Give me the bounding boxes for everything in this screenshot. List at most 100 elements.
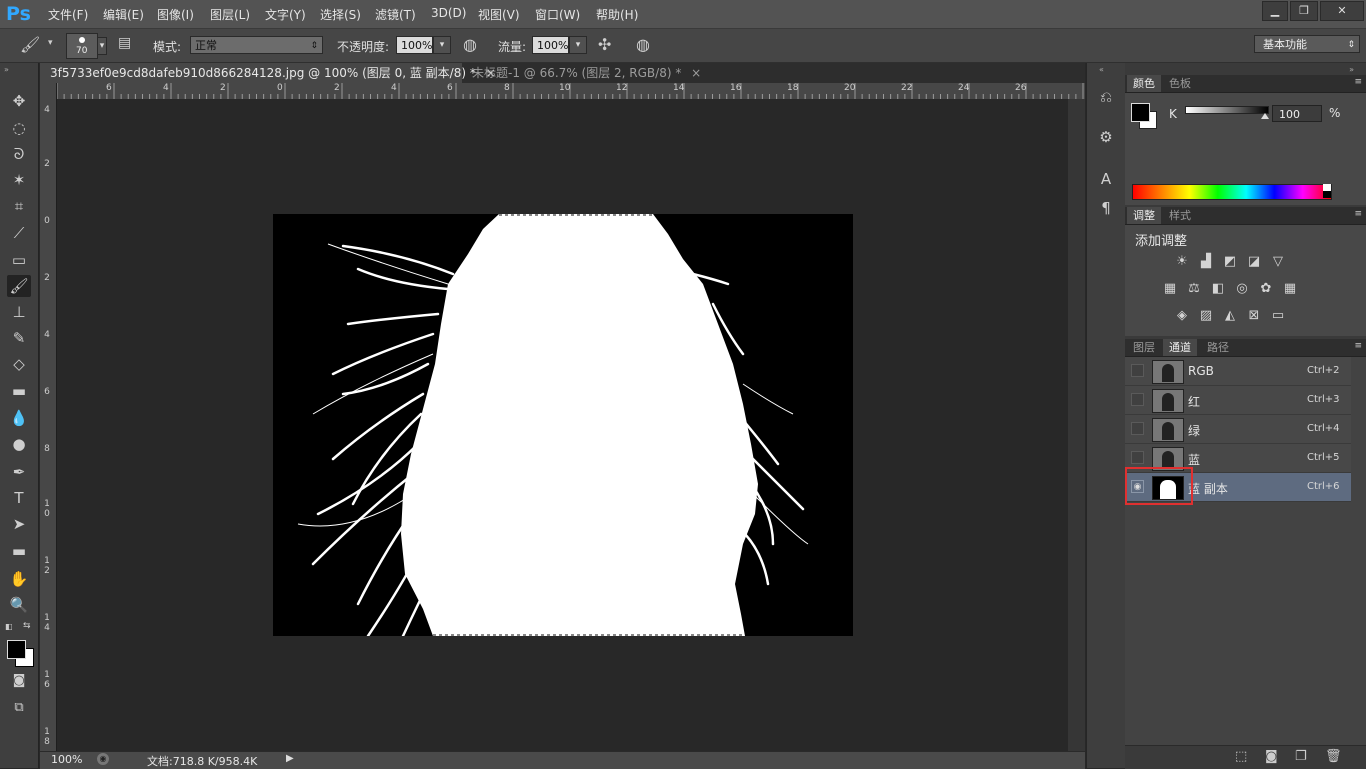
screen-mode-icon[interactable]: ⧉ [7,697,31,719]
menu-edit[interactable]: 编辑(E) [103,6,144,23]
tab-color[interactable]: 颜色 [1127,75,1161,92]
chevron-down-icon[interactable]: ▾ [48,38,53,48]
tab-layers[interactable]: 图层 [1127,339,1161,356]
tab-paths[interactable]: 路径 [1201,339,1235,356]
pressure-opacity-icon[interactable]: ◍ [463,35,477,54]
minimize-button[interactable]: ▁ [1262,1,1288,21]
panel-menu-icon[interactable]: ≡ [1354,341,1362,351]
brush-tool-icon[interactable]: 🖌 [7,275,31,297]
foreground-color-swatch[interactable] [7,640,26,659]
airbrush-icon[interactable]: ✣ [598,35,611,54]
dodge-tool-icon[interactable]: ● [7,433,31,455]
curves-icon[interactable]: ◩ [1221,254,1239,270]
menu-view[interactable]: 视图(V) [478,6,520,23]
tab-channels[interactable]: 通道 [1163,339,1197,356]
brush-preset-icon[interactable]: 🖌 [20,35,40,54]
character-panel-icon[interactable]: A [1096,169,1116,189]
zoom-level[interactable]: 100% [51,753,82,766]
color-balance-icon[interactable]: ⚖ [1185,281,1203,297]
tab-document-2[interactable]: 未标题-1 @ 66.7% (图层 2, RGB/8) * × [462,63,701,83]
invert-icon[interactable]: ◈ [1173,308,1191,324]
properties-panel-icon[interactable]: ⚙ [1096,127,1116,147]
tab-document-1[interactable]: 3f5733ef0e9cd8dafeb910d866284128.jpg @ 1… [40,63,496,83]
history-brush-tool-icon[interactable]: ✎ [7,327,31,349]
brush-size-dropdown[interactable]: ▾ [97,37,107,55]
menu-file[interactable]: 文件(F) [48,6,88,23]
expand-arrows-icon[interactable]: » [1349,65,1354,74]
ruler-origin[interactable] [40,83,57,99]
mode-select[interactable]: 正常 ⇕ [190,36,323,54]
move-tool-icon[interactable]: ✥ [7,90,31,112]
restore-button[interactable]: ❐ [1290,1,1318,21]
menu-select[interactable]: 选择(S) [320,6,361,23]
k-slider[interactable] [1185,106,1269,114]
menu-layer[interactable]: 图层(L) [210,6,250,23]
threshold-icon[interactable]: ◭ [1221,308,1239,324]
tab-adjustments[interactable]: 调整 [1127,207,1161,224]
swap-colors-icon[interactable]: ⇆ [23,621,31,631]
visibility-toggle[interactable] [1131,393,1144,406]
gradient-map-icon[interactable]: ⊠ [1245,308,1263,324]
menu-3d[interactable]: 3D(D) [431,6,466,20]
rectangle-tool-icon[interactable]: ▬ [7,540,31,562]
visibility-toggle[interactable] [1131,422,1144,435]
path-selection-tool-icon[interactable]: ➤ [7,513,31,535]
clone-stamp-tool-icon[interactable]: ⊥ [7,301,31,323]
workspace-select[interactable]: 基本功能 ⇕ [1254,35,1360,53]
default-colors-icon[interactable]: ◧ [5,622,13,631]
hand-tool-icon[interactable]: ✋ [7,568,31,590]
tab-styles[interactable]: 样式 [1163,207,1197,224]
crop-tool-icon[interactable]: ⌗ [7,195,31,217]
type-tool-icon[interactable]: T [7,487,31,509]
color-spectrum-bar[interactable] [1132,184,1332,200]
paragraph-panel-icon[interactable]: ¶ [1096,198,1116,218]
gradient-tool-icon[interactable]: ▬ [7,380,31,402]
flow-input[interactable]: 100% [532,36,569,54]
menu-filter[interactable]: 滤镜(T) [375,6,416,23]
eyedropper-tool-icon[interactable]: ⟋ [7,222,31,244]
new-channel-icon[interactable]: ❐ [1295,749,1307,764]
vertical-scrollbar[interactable] [1068,99,1085,751]
zoom-tool-icon[interactable]: 🔍 [7,594,31,616]
menu-image[interactable]: 图像(I) [157,6,194,23]
marquee-tool-icon[interactable]: ◌ [7,117,31,139]
collapse-arrows-icon[interactable]: « [1099,65,1104,74]
white-swatch[interactable] [1323,184,1331,191]
vibrance-icon[interactable]: ▽ [1269,254,1287,270]
save-selection-icon[interactable]: ◙ [1265,749,1278,764]
trash-icon[interactable]: 🗑 [1325,749,1342,764]
magic-wand-tool-icon[interactable]: ✶ [7,169,31,191]
k-value-input[interactable]: 100 [1272,105,1322,122]
foreground-color-swatch[interactable] [1131,103,1150,122]
menu-window[interactable]: 窗口(W) [535,6,580,23]
channel-mixer-icon[interactable]: ✿ [1257,281,1275,297]
selective-color-icon[interactable]: ▭ [1269,308,1287,324]
menu-help[interactable]: 帮助(H) [596,6,638,23]
history-panel-icon[interactable]: ⎌ [1096,87,1116,107]
tab-close-icon[interactable]: × [691,66,701,80]
menu-type[interactable]: 文字(Y) [265,6,306,23]
collapse-arrows-icon[interactable]: » [4,65,9,74]
brush-panel-toggle-icon[interactable]: ▤ [118,35,131,51]
color-lookup-icon[interactable]: ▦ [1281,281,1299,297]
quick-mask-icon[interactable]: ◙ [7,670,31,692]
close-button[interactable]: ✕ [1320,1,1364,21]
blur-tool-icon[interactable]: 💧 [7,407,31,429]
opacity-input[interactable]: 100% [396,36,433,54]
opacity-dropdown[interactable]: ▾ [433,36,451,54]
healing-brush-tool-icon[interactable]: ▭ [7,249,31,271]
exposure-icon[interactable]: ◪ [1245,254,1263,270]
document-canvas[interactable] [273,214,853,636]
slider-handle-icon[interactable] [1261,113,1269,119]
panel-menu-icon[interactable]: ≡ [1354,77,1362,87]
tab-swatches[interactable]: 色板 [1163,75,1197,92]
brightness-icon[interactable]: ☀ [1173,254,1191,270]
flow-dropdown[interactable]: ▾ [569,36,587,54]
levels-icon[interactable]: ▟ [1197,254,1215,270]
photo-filter-icon[interactable]: ◎ [1233,281,1251,297]
channel-row-rgb[interactable]: RGB Ctrl+2 [1125,357,1351,386]
hue-saturation-icon[interactable]: ▦ [1161,281,1179,297]
visibility-toggle[interactable] [1131,451,1144,464]
channel-row-green[interactable]: 绿 Ctrl+4 [1125,415,1351,444]
channel-row-red[interactable]: 红 Ctrl+3 [1125,386,1351,415]
